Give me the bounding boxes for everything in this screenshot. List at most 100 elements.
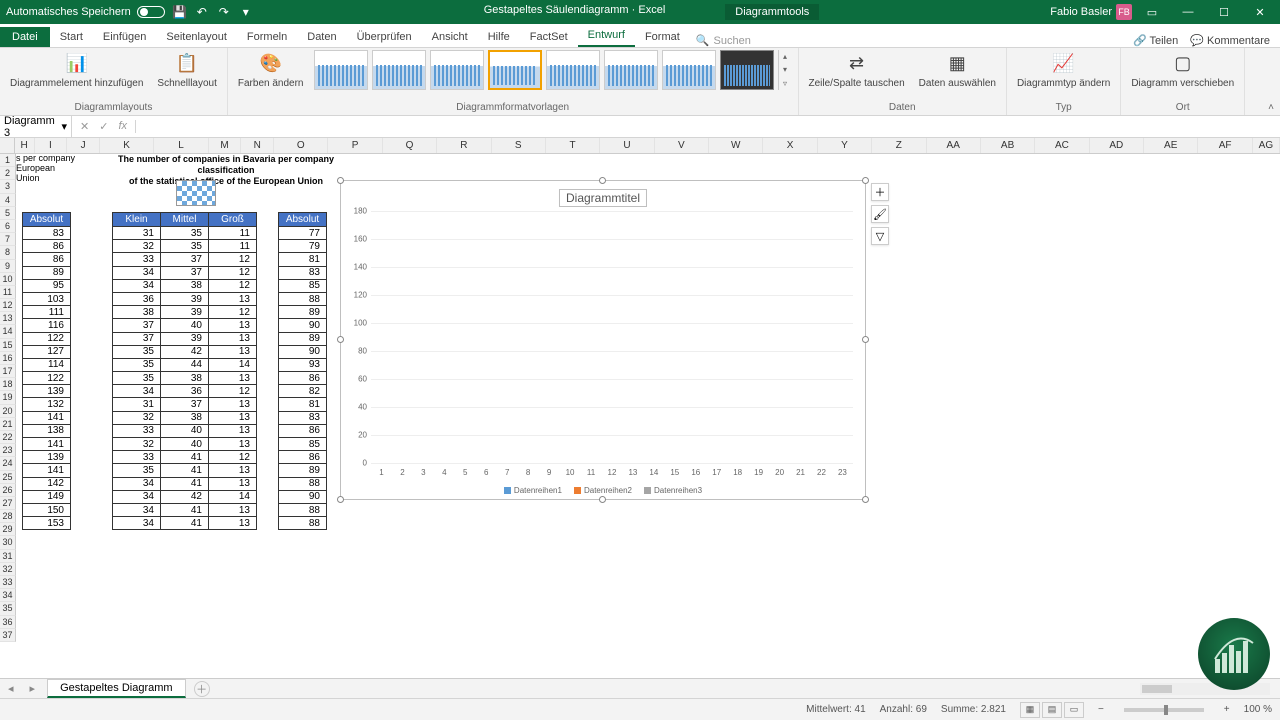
change-chart-type-button[interactable]: 📈Diagrammtyp ändern bbox=[1013, 50, 1114, 91]
cell[interactable]: 37 bbox=[113, 319, 161, 332]
zoom-in-icon[interactable]: + bbox=[1224, 704, 1230, 715]
style-thumb[interactable] bbox=[488, 50, 542, 90]
cell[interactable]: 86 bbox=[279, 372, 327, 385]
col-header[interactable]: AA bbox=[927, 138, 981, 153]
col-header[interactable]: X bbox=[763, 138, 817, 153]
cell[interactable]: 40 bbox=[161, 319, 209, 332]
cell[interactable]: 116 bbox=[23, 319, 71, 332]
resize-handle[interactable] bbox=[337, 177, 344, 184]
cell[interactable]: 139 bbox=[23, 385, 71, 398]
cell[interactable]: 11 bbox=[209, 240, 257, 253]
cell[interactable]: 33 bbox=[113, 424, 161, 437]
cell[interactable]: 86 bbox=[23, 240, 71, 253]
cell[interactable]: 32 bbox=[113, 411, 161, 424]
cell[interactable]: 139 bbox=[23, 451, 71, 464]
cell[interactable]: 86 bbox=[279, 451, 327, 464]
cell[interactable]: 38 bbox=[161, 279, 209, 292]
cell[interactable]: 90 bbox=[279, 490, 327, 503]
undo-icon[interactable]: ↶ bbox=[195, 5, 209, 19]
col-header[interactable]: I bbox=[35, 138, 68, 153]
cell[interactable]: 81 bbox=[279, 398, 327, 411]
tab-daten[interactable]: Daten bbox=[297, 27, 346, 47]
cell[interactable]: 12 bbox=[209, 253, 257, 266]
cell[interactable]: 41 bbox=[161, 477, 209, 490]
cell[interactable]: 41 bbox=[161, 517, 209, 530]
row-header[interactable]: 11 bbox=[0, 286, 16, 299]
cell[interactable]: 13 bbox=[209, 332, 257, 345]
row-header[interactable]: 12 bbox=[0, 299, 16, 312]
row-header[interactable]: 36 bbox=[0, 616, 16, 629]
cell[interactable]: 33 bbox=[113, 451, 161, 464]
user-name[interactable]: Fabio Basler bbox=[1050, 6, 1112, 18]
chart-title[interactable]: Diagrammtitel bbox=[559, 189, 647, 207]
cell[interactable]: 42 bbox=[161, 345, 209, 358]
cell[interactable]: 13 bbox=[209, 372, 257, 385]
cell[interactable]: 34 bbox=[113, 477, 161, 490]
cell[interactable]: 83 bbox=[279, 266, 327, 279]
qat-more-icon[interactable]: ▾ bbox=[239, 5, 253, 19]
cell[interactable]: 38 bbox=[161, 372, 209, 385]
cell[interactable]: 141 bbox=[23, 438, 71, 451]
cell[interactable]: 31 bbox=[113, 398, 161, 411]
cell[interactable]: 83 bbox=[279, 411, 327, 424]
col-header[interactable]: R bbox=[437, 138, 491, 153]
row-header[interactable]: 1 bbox=[0, 154, 16, 167]
resize-handle[interactable] bbox=[599, 177, 606, 184]
col-header[interactable]: M bbox=[209, 138, 242, 153]
cell[interactable]: 42 bbox=[161, 490, 209, 503]
cell[interactable]: 12 bbox=[209, 385, 257, 398]
cell[interactable]: 88 bbox=[279, 477, 327, 490]
tab-formeln[interactable]: Formeln bbox=[237, 27, 297, 47]
cell[interactable]: 13 bbox=[209, 464, 257, 477]
style-thumb[interactable] bbox=[314, 50, 368, 90]
cell[interactable]: 36 bbox=[113, 292, 161, 305]
chart-style-gallery[interactable]: ▴▾▿ bbox=[314, 50, 792, 90]
row-header[interactable]: 13 bbox=[0, 312, 16, 325]
change-colors-button[interactable]: 🎨Farben ändern bbox=[234, 50, 308, 91]
comments-button[interactable]: 💬 Kommentare bbox=[1190, 34, 1270, 47]
cell[interactable]: 132 bbox=[23, 398, 71, 411]
cell[interactable]: 81 bbox=[279, 253, 327, 266]
cell[interactable]: 13 bbox=[209, 292, 257, 305]
cell[interactable]: 122 bbox=[23, 372, 71, 385]
col-header[interactable]: Z bbox=[872, 138, 926, 153]
cell[interactable]: 32 bbox=[113, 438, 161, 451]
row-header[interactable]: 26 bbox=[0, 484, 16, 497]
save-icon[interactable]: 💾 bbox=[173, 5, 187, 19]
row-header[interactable]: 10 bbox=[0, 273, 16, 286]
cell[interactable]: 41 bbox=[161, 451, 209, 464]
cell[interactable]: 142 bbox=[23, 477, 71, 490]
page-layout-icon[interactable]: ▤ bbox=[1042, 702, 1062, 718]
cell[interactable]: 34 bbox=[113, 266, 161, 279]
cell[interactable]: 13 bbox=[209, 398, 257, 411]
cell[interactable]: 88 bbox=[279, 292, 327, 305]
cell[interactable]: 141 bbox=[23, 411, 71, 424]
style-thumb[interactable] bbox=[372, 50, 426, 90]
row-header[interactable]: 14 bbox=[0, 325, 16, 338]
chevron-down-icon[interactable]: ▾ bbox=[61, 120, 67, 133]
cell[interactable]: 44 bbox=[161, 358, 209, 371]
cell[interactable]: 88 bbox=[279, 503, 327, 516]
cell[interactable]: 127 bbox=[23, 345, 71, 358]
col-header[interactable]: T bbox=[546, 138, 600, 153]
col-header[interactable]: Y bbox=[818, 138, 872, 153]
add-sheet-button[interactable]: ＋ bbox=[194, 681, 210, 697]
row-header[interactable]: 32 bbox=[0, 563, 16, 576]
col-header[interactable]: S bbox=[492, 138, 546, 153]
col-header[interactable]: AC bbox=[1035, 138, 1089, 153]
column-headers[interactable]: HIJKLMNOPQRSTUVWXYZAAABACADAEAFAG bbox=[0, 138, 1280, 154]
cell[interactable]: 103 bbox=[23, 292, 71, 305]
style-thumb[interactable] bbox=[546, 50, 600, 90]
tab-file[interactable]: Datei bbox=[0, 27, 50, 47]
switch-icon[interactable] bbox=[137, 6, 165, 18]
row-header[interactable]: 15 bbox=[0, 339, 16, 352]
col-header[interactable]: AF bbox=[1198, 138, 1252, 153]
cell[interactable]: 79 bbox=[279, 240, 327, 253]
col-header[interactable]: U bbox=[600, 138, 654, 153]
cell[interactable]: 39 bbox=[161, 292, 209, 305]
cell[interactable]: 13 bbox=[209, 424, 257, 437]
switch-row-col-button[interactable]: ⇄Zeile/Spalte tauschen bbox=[805, 50, 909, 91]
select-data-button[interactable]: ▦Daten auswählen bbox=[915, 50, 1000, 91]
cell[interactable]: 14 bbox=[209, 358, 257, 371]
chart-filters-button[interactable]: ▽ bbox=[871, 227, 889, 245]
